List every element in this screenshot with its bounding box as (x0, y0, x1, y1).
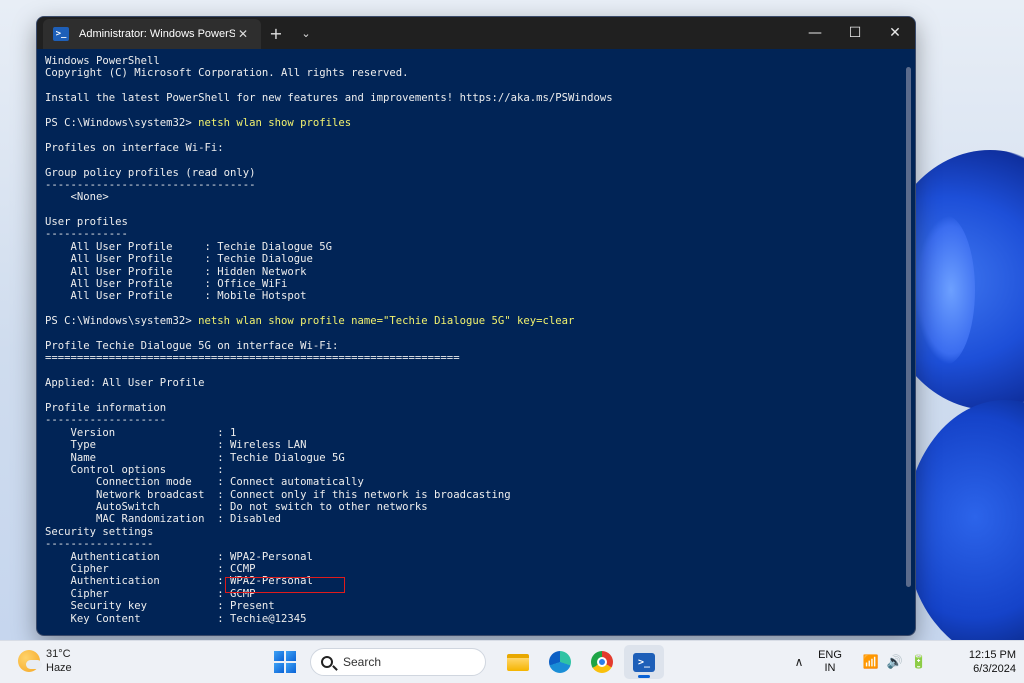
console-command-line: PS C:\Windows\system32> netsh wlan show … (45, 315, 895, 327)
clock-time: 12:15 PM (968, 649, 1016, 661)
console-output-line: ========================================… (45, 352, 460, 365)
console-output-line: AutoSwitch : Do not switch to other netw… (45, 501, 428, 514)
console-output-line: All User Profile : Mobile Hotspot (45, 290, 307, 303)
taskbar: 31°C Haze Search >_ ∧ ENG IN 📶 🔊 🔋 12:15… (0, 640, 1024, 683)
console-output-line: Profile Techie Dialogue 5G on interface … (45, 339, 339, 352)
search-label: Search (343, 655, 382, 669)
weather-text: 31°C Haze (46, 647, 72, 675)
prompt-text: PS C:\Windows\system32> (45, 315, 199, 328)
system-tray: ∧ ENG IN 📶 🔊 🔋 12:15 PM 6/3/2024 (788, 645, 1016, 679)
console-output-line: Group policy profiles (read only) (45, 166, 256, 179)
console-command-line: PS C:\Windows\system32> netsh wlan show … (45, 117, 895, 129)
console-output-line: Key Content : Techie@12345 (45, 612, 307, 625)
powershell-taskbar-button[interactable]: >_ (624, 645, 664, 679)
console-output-line: ------------- (45, 228, 128, 241)
edge-button[interactable] (540, 645, 580, 679)
maximize-button[interactable]: ☐ (835, 17, 875, 49)
weather-widget[interactable]: 31°C Haze (18, 647, 72, 675)
chevron-up-icon[interactable]: ∧ (788, 655, 810, 669)
battery-icon[interactable]: 🔋 (908, 654, 930, 670)
command-text: netsh wlan show profiles (198, 116, 352, 129)
console-output-line: Copyright (C) Microsoft Corporation. All… (45, 67, 409, 80)
start-button[interactable] (274, 651, 296, 673)
console-output-line: All User Profile : Hidden Network (45, 265, 307, 278)
chrome-icon (591, 651, 613, 673)
console-output-line: --------------------------------- (45, 178, 256, 191)
weather-haze-icon (18, 650, 42, 672)
powershell-icon: >_ (53, 27, 69, 41)
console-output-line: <None> (45, 191, 109, 204)
console-output-line: Control options : (45, 463, 224, 476)
search-box[interactable]: Search (310, 648, 486, 676)
console-output-line: Security settings (45, 525, 154, 538)
console-output-line: Cipher : CCMP (45, 563, 256, 576)
wifi-icon[interactable]: 📶 (860, 654, 882, 670)
close-button[interactable]: ✕ (875, 17, 915, 49)
tab-title: Administrator: Windows PowerShell (79, 28, 235, 40)
console-output-line: Version : 1 (45, 426, 237, 439)
language-indicator[interactable]: ENG IN (810, 649, 850, 675)
tab-close-icon[interactable]: ✕ (235, 27, 251, 41)
lang-code: ENG (818, 649, 842, 661)
tab-powershell[interactable]: >_ Administrator: Windows PowerShell ✕ (43, 19, 261, 49)
console-output-line: All User Profile : Techie Dialogue (45, 253, 313, 266)
lang-region: IN (824, 662, 836, 674)
tab-dropdown-button[interactable]: ⌄ (291, 27, 321, 40)
edge-icon (549, 651, 571, 673)
search-icon (321, 656, 333, 668)
console-output-line: Profiles on interface Wi-Fi: (45, 141, 224, 154)
title-bar[interactable]: >_ Administrator: Windows PowerShell ✕ +… (37, 17, 915, 49)
console-output-line: Applied: All User Profile (45, 377, 205, 390)
console-output-line: MAC Randomization : Disabled (45, 513, 281, 526)
window-controls: — ☐ ✕ (795, 17, 915, 49)
file-explorer-button[interactable] (498, 645, 538, 679)
console-output-line: Authentication : WPA2-Personal (45, 550, 313, 563)
key-content-highlight (225, 577, 345, 593)
console-output-line: User profiles (45, 216, 128, 229)
console-output-line: Cipher : GCMP (45, 587, 256, 600)
prompt-text: PS C:\Windows\system32> (45, 116, 199, 129)
wallpaper-bloom (905, 400, 1024, 640)
terminal-window: >_ Administrator: Windows PowerShell ✕ +… (36, 16, 916, 636)
clock[interactable]: 12:15 PM 6/3/2024 (946, 648, 1016, 676)
command-text: netsh wlan show profile name="Techie Dia… (198, 315, 575, 328)
console-output-line: Network broadcast : Connect only if this… (45, 488, 511, 501)
console-output-line: Profile information (45, 401, 167, 414)
scrollbar[interactable] (906, 67, 911, 587)
new-tab-button[interactable]: + (261, 24, 291, 43)
minimize-button[interactable]: — (795, 17, 835, 49)
powershell-icon: >_ (633, 652, 655, 672)
taskbar-apps: Search >_ (274, 645, 666, 679)
weather-condition: Haze (46, 662, 72, 674)
chrome-button[interactable] (582, 645, 622, 679)
console-output-line: Name : Techie Dialogue 5G (45, 451, 345, 464)
console-output-line: ----------------- (45, 538, 154, 551)
folder-icon (507, 653, 529, 671)
wallpaper-bloom (915, 215, 975, 365)
console-output-line: All User Profile : Office_WiFi (45, 278, 288, 291)
console-output-line: ------------------- (45, 414, 167, 427)
console-output-line: Install the latest PowerShell for new fe… (45, 92, 613, 105)
console-output-line: All User Profile : Techie Dialogue 5G (45, 240, 333, 253)
volume-icon[interactable]: 🔊 (884, 654, 906, 670)
console-output[interactable]: Windows PowerShell Copyright (C) Microsof… (45, 55, 895, 635)
console-output-line: Windows PowerShell (45, 55, 160, 67)
clock-date: 6/3/2024 (973, 663, 1016, 675)
weather-temp: 31°C (46, 648, 71, 660)
console-output-line: Authentication : WPA2-Personal (45, 575, 313, 588)
console-output-line: Connection mode : Connect automatically (45, 476, 364, 489)
console-output-line: Type : Wireless LAN (45, 439, 307, 452)
console-output-line: Security key : Present (45, 600, 275, 613)
